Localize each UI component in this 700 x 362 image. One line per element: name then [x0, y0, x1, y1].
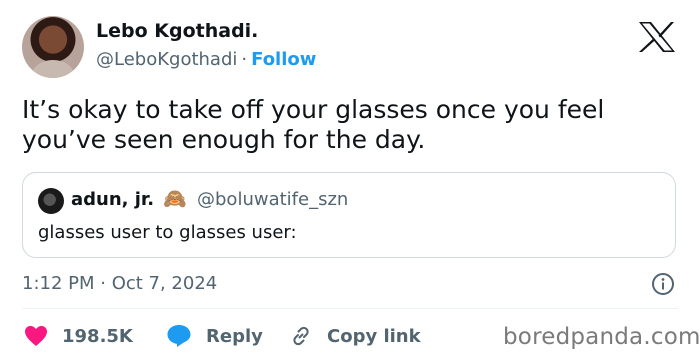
tweet-text-line: you’ve seen enough for the day. — [22, 125, 426, 154]
info-icon[interactable] — [651, 272, 675, 296]
author-handle[interactable]: @LeboKgothadi — [96, 49, 237, 70]
tweet-text: It’s okay to take off your glasses once … — [22, 95, 672, 155]
copy-link-button[interactable]: Copy link — [289, 322, 421, 350]
like-button[interactable]: 198.5K — [24, 322, 133, 350]
author-name[interactable]: Lebo Kgothadi. — [96, 20, 258, 42]
link-icon — [293, 326, 309, 346]
tweet-timestamp[interactable]: 1:12 PM · Oct 7, 2024 — [22, 273, 217, 294]
author-avatar[interactable] — [22, 16, 84, 78]
reply-bubble-icon — [167, 325, 191, 347]
x-logo-icon[interactable] — [637, 20, 677, 54]
follow-button[interactable]: Follow — [251, 49, 316, 70]
heart-icon — [25, 326, 47, 346]
quoted-author-avatar — [38, 188, 64, 214]
copy-link-label: Copy link — [327, 325, 421, 347]
monkey-emoji: 🙈 — [163, 188, 187, 210]
watermark: boredpanda.com — [503, 324, 700, 350]
tweet-text-line: It’s okay to take off your glasses once … — [22, 95, 605, 124]
author-handle-row: @LeboKgothadi · Follow — [96, 49, 316, 70]
reply-label: Reply — [206, 325, 263, 347]
quoted-tweet-text: glasses user to glasses user: — [38, 222, 297, 243]
divider — [22, 308, 678, 309]
quoted-author-handle: @boluwatife_szn — [197, 189, 349, 210]
separator-dot: · — [241, 49, 248, 70]
like-count: 198.5K — [62, 325, 133, 347]
quoted-author-name: adun, jr. — [71, 189, 155, 210]
quoted-tweet[interactable]: adun, jr. 🙈 @boluwatife_szn glasses user… — [22, 172, 676, 258]
reply-button[interactable]: Reply — [166, 322, 263, 350]
